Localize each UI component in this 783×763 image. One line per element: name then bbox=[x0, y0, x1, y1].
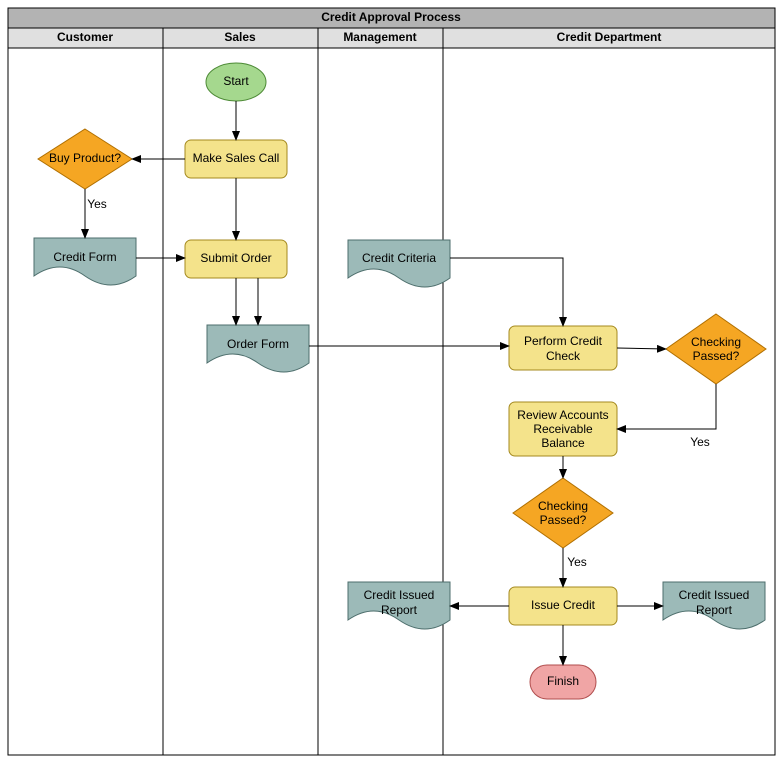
svg-text:Review Accounts: Review Accounts bbox=[517, 408, 608, 422]
svg-text:Passed?: Passed? bbox=[540, 513, 587, 527]
edge-yes-3: Yes bbox=[567, 555, 587, 569]
svg-text:Report: Report bbox=[381, 603, 418, 617]
edge-yes-2: Yes bbox=[690, 435, 710, 449]
lane-management-label: Management bbox=[343, 30, 416, 44]
svg-text:Checking: Checking bbox=[691, 335, 741, 349]
svg-text:Issue Credit: Issue Credit bbox=[531, 598, 596, 612]
svg-text:Passed?: Passed? bbox=[693, 349, 740, 363]
lane-customer-label: Customer bbox=[57, 30, 113, 44]
issue-credit-node: Issue Credit bbox=[509, 587, 617, 625]
svg-text:Check: Check bbox=[546, 349, 581, 363]
finish-node: Finish bbox=[530, 665, 596, 699]
svg-text:Credit Issued: Credit Issued bbox=[679, 588, 750, 602]
svg-text:Buy Product?: Buy Product? bbox=[49, 151, 121, 165]
svg-text:Report: Report bbox=[696, 603, 733, 617]
svg-text:Finish: Finish bbox=[547, 674, 579, 688]
swimlane-diagram: Credit Approval Process Customer Sales M… bbox=[0, 0, 783, 763]
svg-text:Start: Start bbox=[223, 74, 249, 88]
lane-sales-label: Sales bbox=[224, 30, 256, 44]
start-node: Start bbox=[206, 63, 266, 101]
submit-order-node: Submit Order bbox=[185, 240, 287, 278]
svg-text:Order Form: Order Form bbox=[227, 337, 289, 351]
svg-text:Balance: Balance bbox=[541, 436, 585, 450]
diagram-title: Credit Approval Process bbox=[321, 10, 461, 24]
svg-text:Credit Form: Credit Form bbox=[53, 250, 116, 264]
svg-text:Credit Issued: Credit Issued bbox=[364, 588, 435, 602]
svg-text:Perform Credit: Perform Credit bbox=[524, 334, 603, 348]
svg-text:Submit Order: Submit Order bbox=[200, 251, 271, 265]
svg-text:Checking: Checking bbox=[538, 499, 588, 513]
svg-text:Make Sales Call: Make Sales Call bbox=[193, 151, 280, 165]
perform-credit-check-node: Perform Credit Check bbox=[509, 326, 617, 370]
edge-yes-1: Yes bbox=[87, 197, 107, 211]
svg-text:Receivable: Receivable bbox=[533, 422, 593, 436]
lane-headers: Customer Sales Management Credit Departm… bbox=[8, 28, 775, 48]
svg-text:Credit Criteria: Credit Criteria bbox=[362, 251, 436, 265]
review-arb-node: Review Accounts Receivable Balance bbox=[509, 402, 617, 456]
lane-credit-label: Credit Department bbox=[557, 30, 662, 44]
make-sales-call-node: Make Sales Call bbox=[185, 140, 287, 178]
